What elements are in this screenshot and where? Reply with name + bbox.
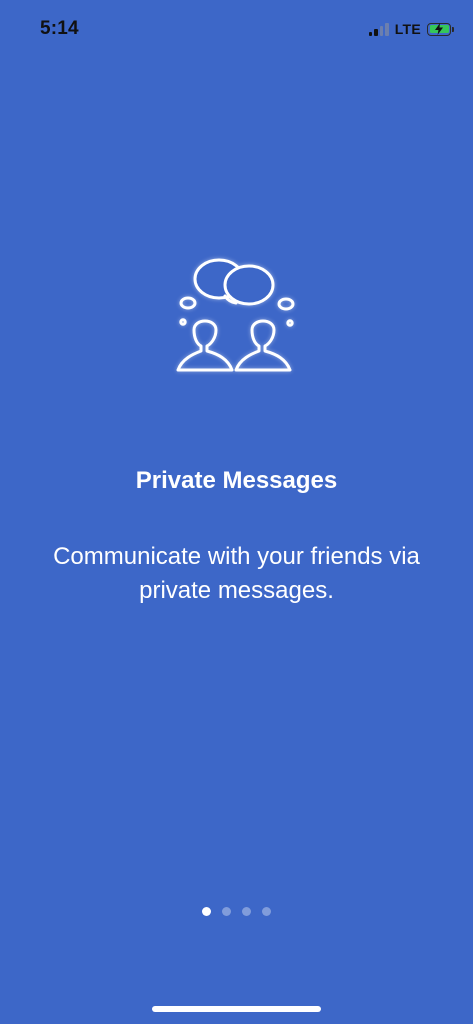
cellular-signal-icon xyxy=(368,22,389,36)
page-indicator[interactable] xyxy=(0,907,473,916)
battery-icon xyxy=(427,22,454,36)
two-people-chat-icon xyxy=(176,258,295,372)
onboarding-description: Communicate with your friends via privat… xyxy=(53,543,420,604)
network-type-label: LTE xyxy=(394,21,421,37)
charging-bolt-icon xyxy=(435,22,443,35)
page-dot-3[interactable] xyxy=(242,907,251,916)
status-time: 5:14 xyxy=(40,18,79,39)
page-dot-1[interactable] xyxy=(202,907,211,916)
onboarding-title: Private Messages xyxy=(135,467,338,494)
home-indicator[interactable] xyxy=(152,1006,321,1012)
page-dot-4[interactable] xyxy=(262,907,271,916)
status-indicators: LTE xyxy=(368,20,454,38)
onboarding-screen[interactable]: 5:14 LTE Private Messages Communicate wi… xyxy=(0,0,473,1024)
status-bar: 5:14 LTE xyxy=(0,0,473,56)
page-dot-2[interactable] xyxy=(222,907,231,916)
